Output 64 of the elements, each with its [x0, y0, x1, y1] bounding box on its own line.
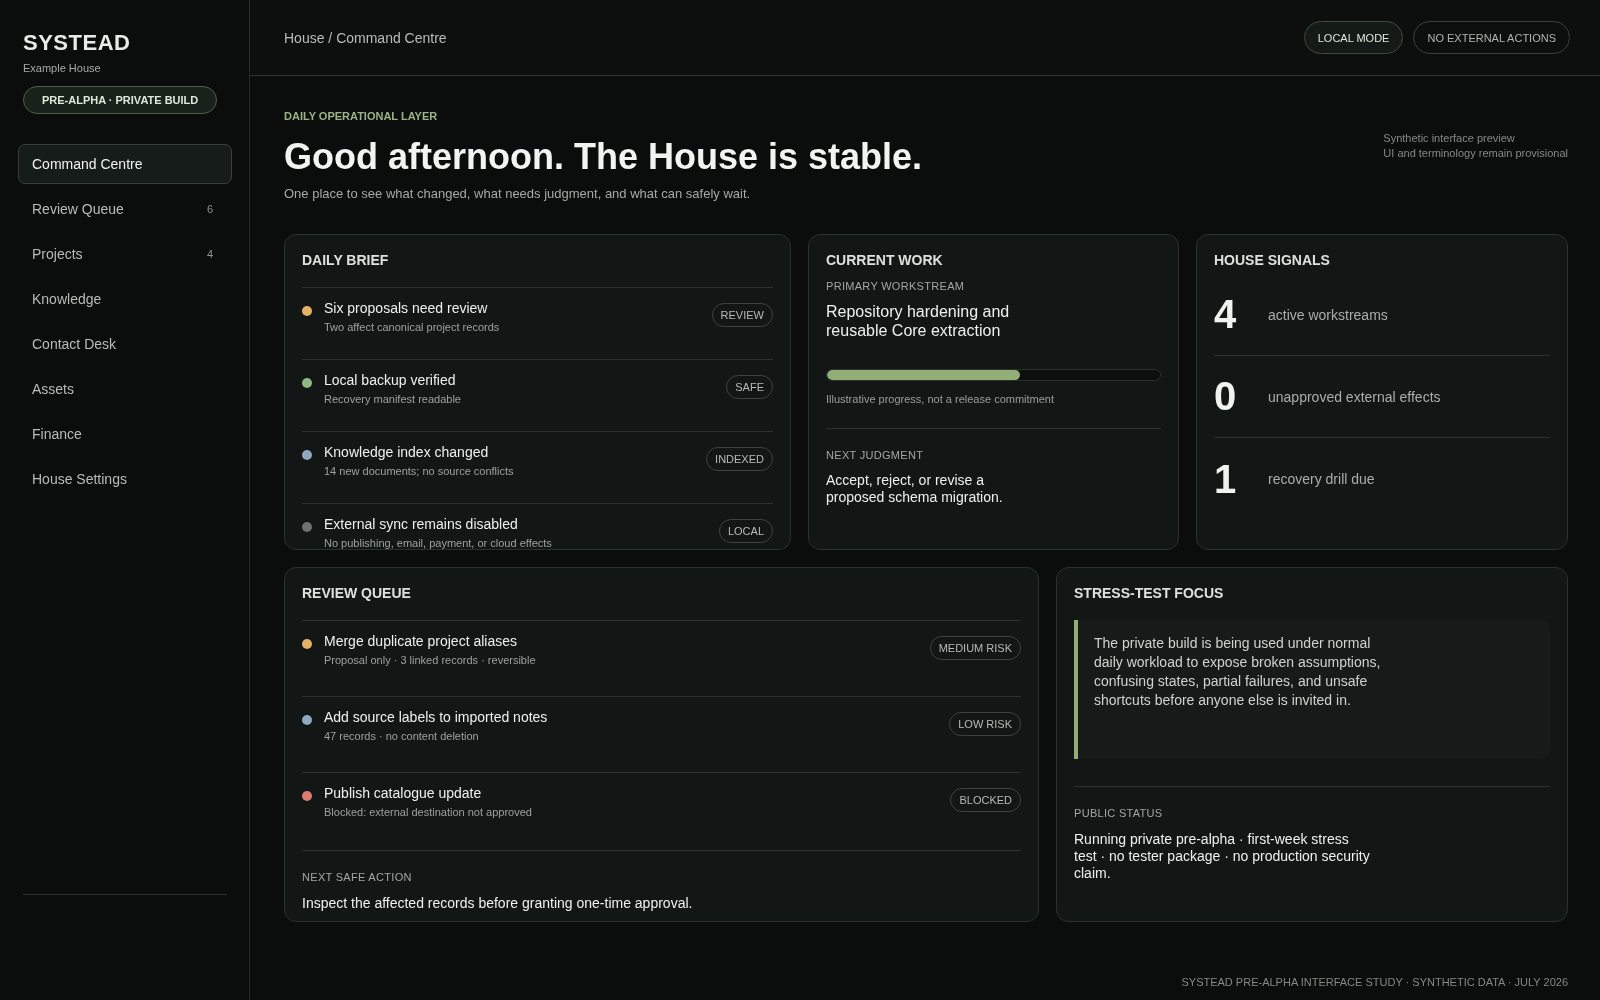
- nav-label: Command Centre: [32, 156, 143, 172]
- item-detail: Blocked: external destination not approved: [324, 806, 533, 818]
- progress-note: Illustrative progress, not a release commitment: [826, 393, 1056, 405]
- build-badge: PRE-ALPHA · PRIVATE BUILD: [23, 86, 218, 114]
- section-label: PRIMARY WORKSTREAM: [826, 280, 966, 292]
- footer-text: SYSTEAD PRE-ALPHA INTERFACE STUDY · SYNTHETIC DATA · JULY 2026: [1180, 976, 1568, 988]
- nav-label: Finance: [32, 426, 82, 442]
- signal-label: active workstreams: [1268, 306, 1388, 323]
- page-subtitle: One place to see what changed, what needs judgment, and what can safely wait.: [284, 186, 752, 201]
- item-detail: 47 records · no content deletion: [324, 730, 480, 742]
- item-title: Add source labels to imported notes: [324, 709, 549, 725]
- item-title: Local backup verified: [324, 372, 457, 388]
- card-title: CURRENT WORK: [826, 252, 944, 268]
- public-status-text: Running private pre-alpha · first-week stress test · no tester package · no production security claim.: [1074, 831, 1371, 882]
- preview-note: Synthetic interface preview: [1383, 131, 1516, 146]
- signal-label: unapproved external effects: [1268, 388, 1441, 405]
- item-detail: Recovery manifest readable: [324, 393, 462, 405]
- workstream-name: Repository hardening and reusable Core extraction: [826, 302, 1011, 340]
- signal-value: 0: [1214, 374, 1238, 419]
- card-title: DAILY BRIEF: [302, 252, 390, 268]
- breadcrumb: House / Command Centre: [284, 29, 447, 46]
- section-label: PUBLIC STATUS: [1074, 807, 1164, 819]
- nav-label: Contact Desk: [32, 336, 117, 352]
- nav-item[interactable]: Projects 4: [18, 234, 232, 274]
- card-title: REVIEW QUEUE: [302, 585, 412, 601]
- house-name: Example House: [23, 62, 102, 74]
- signal-label: recovery drill due: [1268, 471, 1375, 487]
- signal-value: 1: [1214, 456, 1238, 502]
- nav-count: 4: [206, 248, 213, 260]
- item-detail: Proposal only · 3 linked records · reversible: [324, 654, 537, 666]
- brand-name: SYSTEAD: [23, 30, 132, 56]
- judgment-text: Accept, reject, or revise a proposed schema migration.: [826, 472, 1004, 506]
- nav-item[interactable]: House Settings: [18, 459, 232, 499]
- item-detail: No publishing, email, payment, or cloud effects: [324, 537, 553, 549]
- signal-value: 4: [1214, 292, 1238, 337]
- preview-note: UI and terminology remain provisional: [1383, 146, 1568, 161]
- nav-item[interactable]: Assets: [18, 369, 232, 409]
- nav-item[interactable]: Contact Desk: [18, 324, 232, 364]
- section-label: NEXT SAFE ACTION: [302, 871, 413, 883]
- card-title: STRESS-TEST FOCUS: [1074, 585, 1225, 601]
- item-title: Publish catalogue update: [324, 785, 483, 801]
- nav-item[interactable]: Command Centre: [18, 144, 232, 184]
- item-title: Six proposals need review: [324, 300, 489, 316]
- focus-text: The private build is being used under normal daily workload to expose broken assumptions, confusing states, partial failures, and unsafe shortcuts before anyone else is invited in.: [1094, 634, 1382, 710]
- nav-label: Review Queue: [32, 201, 124, 217]
- item-title: Knowledge index changed: [324, 444, 490, 460]
- item-title: Merge duplicate project aliases: [324, 633, 518, 649]
- section-label: NEXT JUDGMENT: [826, 449, 925, 461]
- nav-label: Projects: [32, 246, 83, 262]
- nav-label: Knowledge: [32, 291, 102, 307]
- card-title: HOUSE SIGNALS: [1214, 252, 1331, 268]
- item-detail: Two affect canonical project records: [324, 321, 501, 333]
- item-title: External sync remains disabled: [324, 516, 519, 532]
- nav-label: House Settings: [32, 471, 127, 487]
- nav-item[interactable]: Review Queue 6: [18, 189, 232, 229]
- item-detail: 14 new documents; no source conflicts: [324, 465, 515, 477]
- nav-count: 6: [206, 203, 213, 215]
- page-title: Good afternoon. The House is stable.: [284, 136, 923, 178]
- next-action-text: Inspect the affected records before granting one-time approval.: [302, 895, 694, 911]
- nav-label: Assets: [32, 381, 74, 397]
- nav-item[interactable]: Finance: [18, 414, 232, 454]
- nav-item[interactable]: Knowledge: [18, 279, 232, 319]
- eyebrow-label: DAILY OPERATIONAL LAYER: [284, 110, 439, 122]
- mode-pill[interactable]: LOCAL MODE: [1303, 21, 1404, 54]
